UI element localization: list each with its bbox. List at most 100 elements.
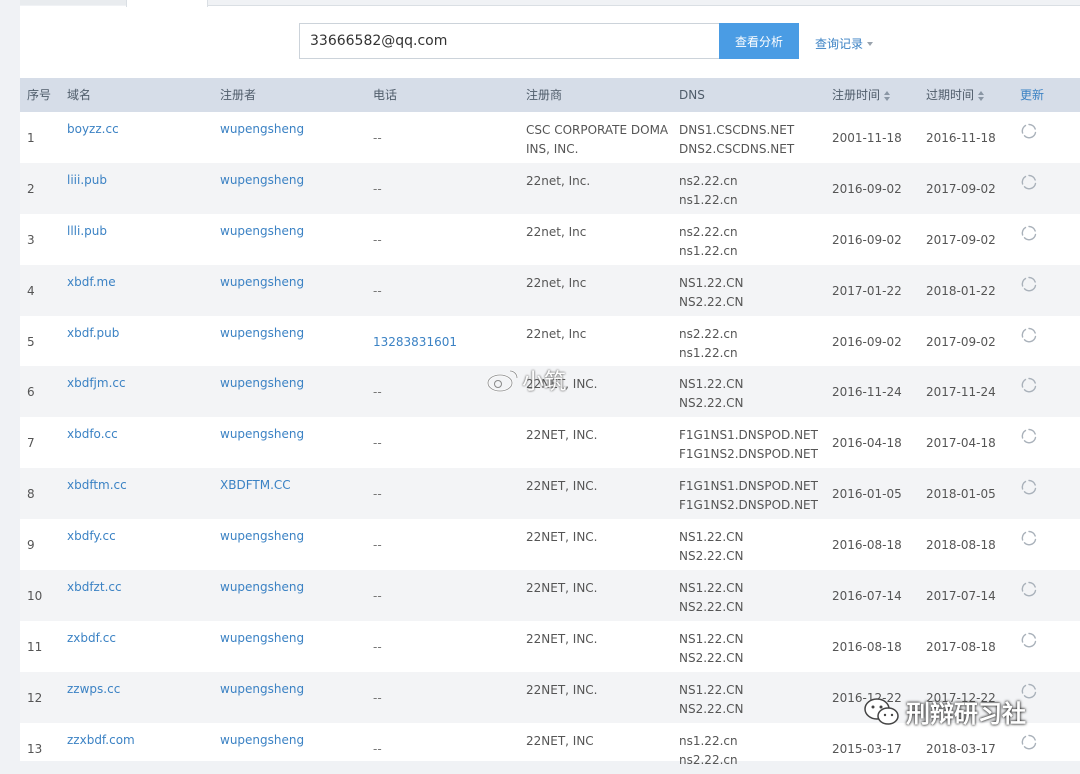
refresh-icon[interactable] [1020, 733, 1038, 751]
table-row: 10 xbdfzt.cc wupengsheng -- 22NET, INC. NS1.2… [20, 570, 1080, 621]
domain-link[interactable]: xbdf.pub [67, 326, 119, 340]
expire-date: 2017-08-18 [926, 639, 996, 654]
refresh-icon[interactable] [1020, 275, 1038, 293]
refresh-icon[interactable] [1020, 427, 1038, 445]
tab-active[interactable] [126, 0, 208, 7]
domain-link[interactable]: zxbdf.cc [67, 631, 116, 645]
created-date: 2016-04-18 [832, 436, 902, 451]
refresh-icon[interactable] [1020, 376, 1038, 394]
dns-servers: NS1.22.CN NS2.22.CN [679, 681, 743, 719]
header-expires[interactable]: 过期时间 [926, 78, 985, 112]
registrant-link[interactable]: wupengsheng [220, 631, 304, 645]
registrant-link[interactable]: wupengsheng [220, 173, 304, 187]
registrant-link[interactable]: wupengsheng [220, 580, 304, 594]
dns-secondary: NS2.22.CN [679, 650, 744, 665]
registrant-link[interactable]: XBDFTM.CC [220, 478, 291, 492]
registrar-value: 22NET, INC. [526, 479, 598, 494]
table-row: 9 xbdfy.cc wupengsheng -- 22NET, INC. NS1.22.… [20, 519, 1080, 570]
header-created-label: 注册时间 [832, 88, 881, 102]
weibo-icon [486, 369, 519, 393]
dns-servers: DNS1.CSCDNS.NET DNS2.CSCDNS.NET [679, 121, 794, 159]
phone-value[interactable]: 13283831601 [373, 335, 457, 349]
created-date: 2016-09-02 [832, 334, 902, 349]
row-index: 2 [27, 181, 35, 196]
domain-link[interactable]: zzxbdf.com [67, 733, 135, 747]
search-input[interactable] [299, 23, 719, 59]
dns-primary: NS1.22.CN [679, 275, 744, 290]
registrar-value: 22NET, INC. [526, 631, 598, 646]
header-phone: 电话 [373, 88, 398, 102]
dns-servers: NS1.22.CN NS2.22.CN [679, 630, 743, 668]
row-index: 12 [27, 690, 43, 705]
registrant-link[interactable]: wupengsheng [220, 224, 304, 238]
row-index: 4 [27, 283, 35, 298]
refresh-icon[interactable] [1020, 122, 1038, 140]
domain-link[interactable]: xbdfzt.cc [67, 580, 122, 594]
tab-inactive[interactable] [20, 0, 126, 5]
dns-servers: F1G1NS1.DNSPOD.NET F1G1NS2.DNSPOD.NET [679, 426, 818, 464]
expire-date: 2016-11-18 [926, 131, 996, 145]
table-row: 7 xbdfo.cc wupengsheng -- 22NET, INC. F1G1NS1… [20, 417, 1080, 468]
registrant-link[interactable]: wupengsheng [220, 427, 304, 441]
dns-servers: ns2.22.cn ns1.22.cn [679, 172, 738, 210]
dns-secondary: NS2.22.CN [679, 701, 744, 716]
dns-secondary: NS2.22.CN [679, 294, 744, 309]
dns-secondary: F1G1NS2.DNSPOD.NET [679, 498, 818, 513]
created-date: 2016-09-02 [832, 181, 902, 196]
phone-value: -- [373, 741, 382, 756]
registrant-link[interactable]: wupengsheng [220, 122, 304, 136]
dns-secondary: ns1.22.cn [679, 243, 738, 258]
domain-link[interactable]: llli.pub [67, 224, 107, 238]
refresh-icon[interactable] [1020, 224, 1038, 242]
domain-link[interactable]: xbdfy.cc [67, 529, 116, 543]
phone-value: -- [373, 131, 382, 145]
phone-value: -- [373, 283, 382, 298]
row-index: 7 [27, 436, 35, 451]
registrar-value: 22net, Inc [526, 224, 587, 239]
sort-icon[interactable] [978, 90, 985, 101]
dns-primary: DNS1.CSCDNS.NET [679, 123, 795, 137]
registrar-value: 22NET, INC. [526, 530, 598, 545]
domain-link[interactable]: xbdfjm.cc [67, 376, 126, 390]
domain-link[interactable]: xbdfo.cc [67, 427, 118, 441]
dns-secondary: DNS2.CSCDNS.NET [679, 142, 795, 156]
domain-link[interactable]: liii.pub [67, 173, 107, 187]
dns-servers: NS1.22.CN NS2.22.CN [679, 579, 743, 617]
refresh-icon[interactable] [1020, 529, 1038, 547]
domain-link[interactable]: xbdftm.cc [67, 478, 127, 492]
header-update[interactable]: 更新 [1020, 78, 1044, 112]
header-created[interactable]: 注册时间 [832, 78, 891, 112]
refresh-icon[interactable] [1020, 326, 1038, 344]
dns-primary: NS1.22.CN [679, 682, 744, 697]
registrar-value: 22net, Inc [526, 326, 587, 341]
refresh-icon[interactable] [1020, 478, 1038, 496]
registrant-link[interactable]: wupengsheng [220, 376, 304, 390]
registrant-link[interactable]: wupengsheng [220, 733, 304, 747]
phone-value: -- [373, 639, 382, 654]
dns-primary: F1G1NS1.DNSPOD.NET [679, 428, 818, 443]
created-date: 2016-09-02 [832, 232, 902, 247]
refresh-icon[interactable] [1020, 173, 1038, 191]
phone-value: -- [373, 487, 382, 502]
dns-primary: NS1.22.CN [679, 631, 744, 646]
domain-link[interactable]: boyzz.cc [67, 122, 119, 136]
domain-link[interactable]: zzwps.cc [67, 682, 120, 696]
registrant-link[interactable]: wupengsheng [220, 682, 304, 696]
registrant-link[interactable]: wupengsheng [220, 275, 304, 289]
dns-secondary: NS2.22.CN [679, 396, 744, 411]
registrant-link[interactable]: wupengsheng [220, 326, 304, 340]
phone-value: -- [373, 232, 382, 247]
row-index: 6 [27, 385, 35, 400]
wechat-watermark-text: 刑辩研习社 [906, 700, 1026, 728]
query-history-dropdown[interactable]: 查询记录 [815, 35, 874, 52]
search-bar: 查看分析 [299, 23, 799, 59]
registrant-link[interactable]: wupengsheng [220, 529, 304, 543]
chevron-down-icon [867, 41, 874, 46]
header-domain: 域名 [67, 88, 92, 102]
refresh-icon[interactable] [1020, 580, 1038, 598]
domain-link[interactable]: xbdf.me [67, 275, 116, 289]
analyze-button[interactable]: 查看分析 [719, 23, 799, 59]
refresh-icon[interactable] [1020, 631, 1038, 649]
sort-icon[interactable] [884, 90, 891, 101]
dns-primary: NS1.22.CN [679, 530, 744, 545]
